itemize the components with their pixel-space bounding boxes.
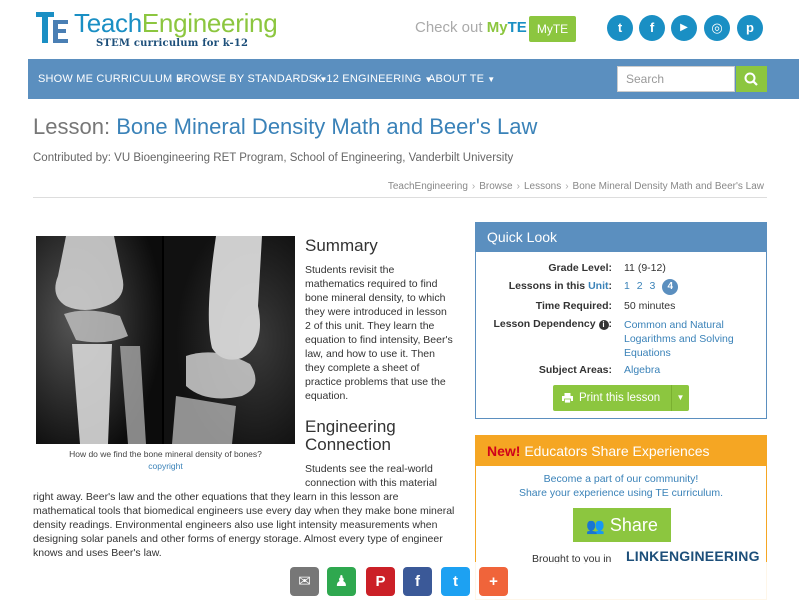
instagram-icon[interactable]: ◎ bbox=[704, 15, 730, 41]
info-icon[interactable]: i bbox=[598, 320, 609, 330]
copyright-link[interactable]: copyright bbox=[36, 461, 295, 471]
lesson-dependency-label: Lesson Dependency i: bbox=[493, 318, 612, 330]
nav-about-te[interactable]: ABOUT TE ▼ bbox=[428, 73, 495, 85]
pinterest-icon[interactable]: p bbox=[737, 15, 763, 41]
current-lesson-badge: 4 bbox=[662, 279, 679, 295]
grade-level-value: 11 (9-12) bbox=[624, 262, 666, 274]
lessons-in-unit: 1 2 3 4 bbox=[624, 279, 679, 295]
search-icon bbox=[744, 72, 758, 86]
time-required-value: 50 minutes bbox=[624, 300, 676, 312]
nav-show-me-curriculum[interactable]: SHOW ME CURRICULUM ▼ bbox=[38, 73, 184, 85]
twitter-icon[interactable]: t bbox=[607, 15, 633, 41]
unit-link[interactable]: Unit bbox=[588, 280, 608, 292]
breadcrumb-lessons[interactable]: Lessons bbox=[524, 181, 561, 192]
subject-areas-label: Subject Areas: bbox=[538, 364, 612, 376]
divider bbox=[33, 197, 767, 198]
breadcrumb-browse[interactable]: Browse bbox=[479, 181, 512, 192]
lesson-3-link[interactable]: 3 bbox=[650, 280, 656, 292]
xray-image bbox=[36, 236, 295, 444]
engineering-connection-text-continued: right away. Beer's law and the other equ… bbox=[33, 491, 455, 559]
share-experience-link[interactable]: Share your experience using TE curriculu… bbox=[476, 487, 766, 499]
classroom-share-icon[interactable]: ♟ bbox=[327, 567, 356, 596]
share-button[interactable]: 👥 Share bbox=[573, 508, 671, 542]
nav-browse-by-standards[interactable]: BROWSE BY STANDARDS ▼ bbox=[176, 73, 327, 85]
logo-wordmark: TeachEngineering bbox=[74, 8, 278, 38]
engineering-connection-text: Students see the real-world connection w… bbox=[305, 463, 437, 489]
breadcrumb: TeachEngineering › Browse › Lessons › Bone Min… bbox=[387, 181, 764, 192]
engineering-connection-heading: Engineering Connection bbox=[305, 417, 396, 454]
users-icon: 👥 bbox=[586, 518, 605, 535]
summary-text: Students revisit the mathematics require… bbox=[305, 264, 453, 402]
facebook-share-icon[interactable]: f bbox=[403, 567, 432, 596]
image-caption: How do we find the bone mineral density … bbox=[69, 449, 262, 459]
breadcrumb-current: Bone Mineral Density Math and Beer's Law bbox=[572, 181, 764, 192]
time-required-label: Time Required: bbox=[535, 300, 612, 312]
lesson-2-link[interactable]: 2 bbox=[637, 280, 643, 292]
myte-button[interactable]: MyTE bbox=[529, 16, 576, 42]
grade-level-label: Grade Level: bbox=[548, 262, 612, 274]
facebook-icon[interactable]: f bbox=[639, 15, 665, 41]
print-lesson-button[interactable]: Print this lesson ▼ bbox=[553, 385, 689, 411]
search-input[interactable] bbox=[617, 66, 735, 92]
subject-area-link[interactable]: Algebra bbox=[624, 364, 660, 376]
quick-look-heading: Quick Look bbox=[476, 223, 766, 252]
educators-share-heading: New! Educators Share Experiences bbox=[476, 436, 766, 466]
more-share-icon[interactable]: + bbox=[479, 567, 508, 596]
summary-heading: Summary bbox=[305, 236, 378, 255]
teachengineering-logo[interactable]: TeachEngineering STEM curriculum for k-1… bbox=[36, 8, 278, 49]
lessons-in-unit-label: Lessons in this Unit: bbox=[508, 280, 612, 292]
email-share-icon[interactable]: ✉ bbox=[290, 567, 319, 596]
youtube-icon[interactable]: ▶ bbox=[671, 15, 697, 41]
floating-share-bar bbox=[0, 562, 800, 600]
site-header: TeachEngineering STEM curriculum for k-1… bbox=[0, 0, 800, 58]
breadcrumb-home[interactable]: TeachEngineering bbox=[388, 181, 468, 192]
community-link[interactable]: Become a part of our community! bbox=[476, 473, 766, 485]
twitter-share-icon[interactable]: t bbox=[441, 567, 470, 596]
quick-look-panel: Quick Look Grade Level: 11 (9-12) Lesson… bbox=[475, 222, 767, 419]
lesson-dependency-link[interactable]: Common and Natural Logarithms and Solvin… bbox=[624, 318, 754, 360]
te-logo-icon bbox=[36, 10, 70, 46]
lesson-1-link[interactable]: 1 bbox=[624, 280, 630, 292]
pinterest-share-icon[interactable]: P bbox=[366, 567, 395, 596]
nav-k12-engineering[interactable]: K-12 ENGINEERING ▼ bbox=[315, 73, 433, 85]
print-icon bbox=[562, 393, 573, 403]
contributed-by: Contributed by: VU Bioengineering RET Pr… bbox=[33, 152, 514, 164]
search-button[interactable] bbox=[736, 66, 767, 92]
page-title: Lesson: Bone Mineral Density Math and Be… bbox=[33, 114, 538, 139]
logo-tagline: STEM curriculum for k-12 bbox=[96, 38, 249, 49]
print-options-dropdown[interactable]: ▼ bbox=[671, 385, 689, 411]
myte-promo-text: Check out MyTE bbox=[415, 19, 527, 36]
